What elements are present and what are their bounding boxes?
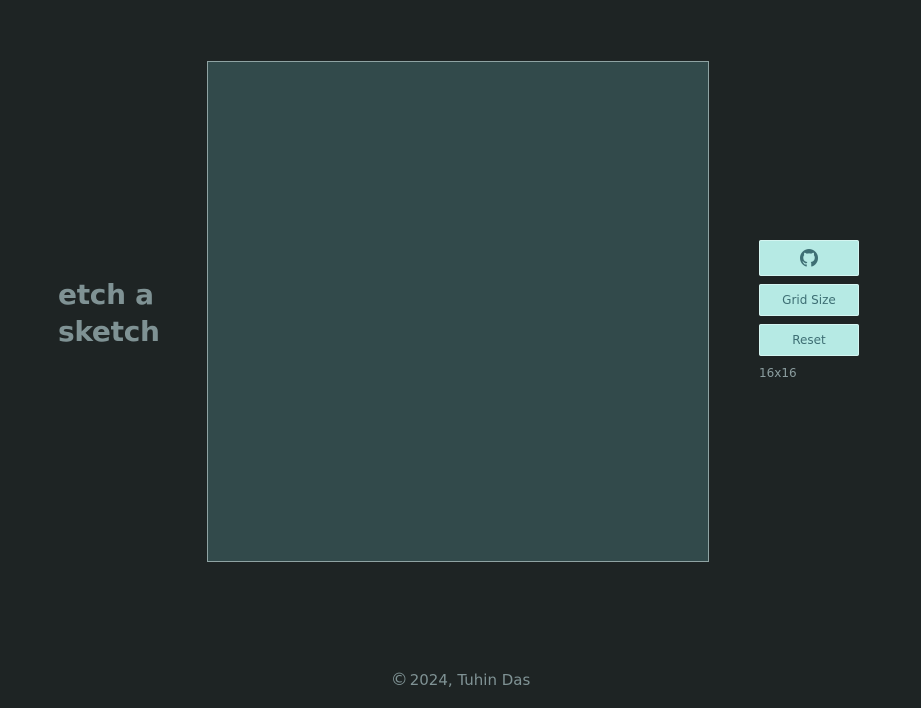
- grid-size-display: 16x16: [759, 366, 797, 380]
- page: etch a sketch Grid Size Reset 16x16 © 202…: [0, 0, 921, 708]
- app-title-line1: etch a: [58, 278, 154, 311]
- reset-button[interactable]: Reset: [759, 324, 859, 356]
- app-title: etch a sketch: [58, 276, 188, 350]
- app-title-line2: sketch: [58, 315, 160, 348]
- footer-text: 2024, Tuhin Das: [409, 671, 531, 689]
- footer: © 2024, Tuhin Das: [0, 670, 921, 690]
- sketch-canvas[interactable]: [207, 61, 709, 562]
- github-icon: [800, 249, 818, 267]
- github-button[interactable]: [759, 240, 859, 276]
- grid-size-button[interactable]: Grid Size: [759, 284, 859, 316]
- controls-panel: Grid Size Reset 16x16: [759, 240, 859, 380]
- copyright-icon: ©: [390, 670, 408, 690]
